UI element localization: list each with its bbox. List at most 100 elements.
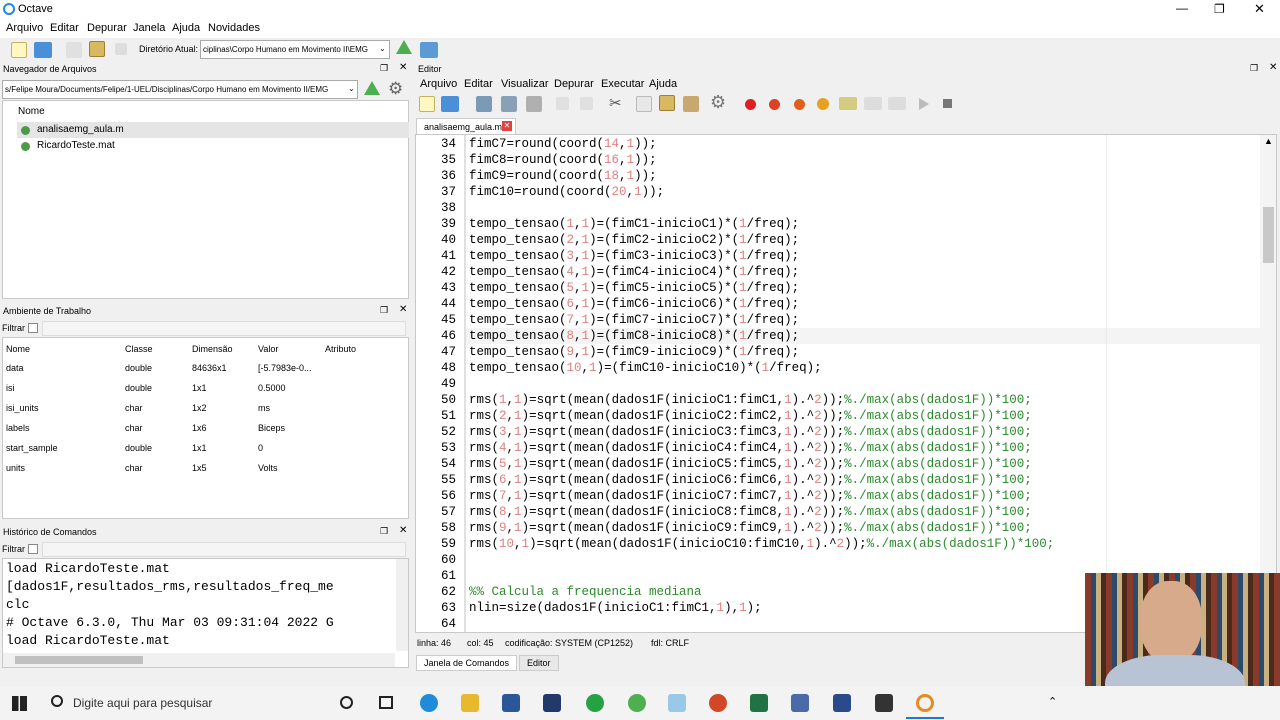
undock-icon[interactable]: ❐ xyxy=(380,305,388,316)
tab-command-window[interactable]: Janela de Comandos xyxy=(416,655,518,671)
editor-menu-editar[interactable]: Editar xyxy=(464,78,493,90)
menu-editar[interactable]: Editar xyxy=(50,22,79,34)
menu-ajuda[interactable]: Ajuda xyxy=(172,22,200,34)
chevron-down-icon[interactable]: ⌄ xyxy=(379,44,386,53)
open-folder-icon[interactable] xyxy=(34,42,52,58)
task-view-icon[interactable] xyxy=(379,696,393,709)
redo-icon[interactable] xyxy=(580,97,593,110)
octave-taskbar-icon[interactable] xyxy=(916,694,934,712)
workspace-row[interactable]: data double 84636x1 [-5.7983e-0... xyxy=(3,358,409,378)
undo-icon[interactable] xyxy=(115,43,127,55)
step-out-icon[interactable] xyxy=(888,97,906,110)
windows-start-icon[interactable] xyxy=(12,696,27,711)
history-line[interactable]: [dados1F,resultados_rms,resultados_freq_… xyxy=(6,578,396,596)
step-icon[interactable] xyxy=(839,97,857,110)
cut-icon[interactable]: ✂ xyxy=(609,94,622,112)
editor-menu-arquivo[interactable]: Arquivo xyxy=(420,78,457,90)
notes-icon[interactable] xyxy=(668,694,686,712)
paste-icon[interactable] xyxy=(659,95,675,111)
calculator-icon[interactable] xyxy=(791,694,809,712)
breakpoint-icon[interactable] xyxy=(745,99,756,110)
undock-icon[interactable]: ❐ xyxy=(380,526,388,537)
column-header[interactable]: Atributo xyxy=(325,344,356,354)
filter-checkbox[interactable] xyxy=(28,544,38,554)
editor-menu-visualizar[interactable]: Visualizar xyxy=(501,78,549,90)
filter-input[interactable] xyxy=(42,321,406,336)
history-line[interactable]: clc xyxy=(6,596,396,614)
step-in-icon[interactable] xyxy=(864,97,882,110)
taskbar-search-placeholder[interactable]: Digite aqui para pesquisar xyxy=(73,696,212,710)
word-icon[interactable] xyxy=(502,694,520,712)
history-hscrollbar[interactable] xyxy=(3,653,395,667)
prev-breakpoint-icon[interactable] xyxy=(769,99,780,110)
find-replace-icon[interactable] xyxy=(683,96,699,112)
scroll-thumb[interactable] xyxy=(1263,207,1274,263)
workspace-row[interactable]: isi_units char 1x2 ms xyxy=(3,398,409,418)
scroll-thumb[interactable] xyxy=(15,656,143,664)
editor-menu-depurar[interactable]: Depurar xyxy=(554,78,594,90)
undock-icon[interactable]: ❐ xyxy=(1250,63,1258,74)
new-file-icon[interactable] xyxy=(11,42,27,58)
powerpoint-icon[interactable] xyxy=(709,694,727,712)
browse-folder-icon[interactable] xyxy=(420,42,438,58)
filter-checkbox[interactable] xyxy=(28,323,38,333)
history-line[interactable]: # Octave 6.3.0, Thu Mar 03 09:31:04 2022… xyxy=(6,614,396,632)
parent-dir-arrow-icon[interactable] xyxy=(364,81,380,95)
close-tab-icon[interactable]: ✕ xyxy=(502,121,512,131)
print-icon[interactable] xyxy=(526,96,542,112)
clear-breakpoints-icon[interactable] xyxy=(817,98,829,110)
close-panel-icon[interactable]: ✕ xyxy=(399,525,407,536)
excel-icon[interactable] xyxy=(750,694,768,712)
workspace-row[interactable]: isi double 1x1 0.5000 xyxy=(3,378,409,398)
menu-janela[interactable]: Janela xyxy=(133,22,165,34)
column-header[interactable]: Dimensão xyxy=(192,344,233,354)
chevron-up-icon[interactable]: ⌃ xyxy=(1048,695,1057,708)
run-icon[interactable] xyxy=(919,98,929,110)
menu-novidades[interactable]: Novidades xyxy=(208,22,260,34)
scroll-up-icon[interactable]: ▲ xyxy=(1264,136,1273,146)
column-header[interactable]: Valor xyxy=(258,344,278,354)
column-header[interactable]: Nome xyxy=(6,344,30,354)
edge-icon[interactable] xyxy=(420,694,438,712)
column-header[interactable]: Classe xyxy=(125,344,153,354)
minimize-button[interactable]: — xyxy=(1176,1,1188,15)
history-line[interactable]: load RicardoTeste.mat xyxy=(6,632,396,650)
editor-menu-ajuda[interactable]: Ajuda xyxy=(649,78,677,90)
chevron-down-icon[interactable]: ⌄ xyxy=(348,84,355,93)
editor-menu-executar[interactable]: Executar xyxy=(601,78,644,90)
history-line[interactable]: load RicardoTeste.mat xyxy=(6,560,396,578)
cortana-icon[interactable] xyxy=(340,696,353,709)
settings-gear-icon[interactable]: ⚙ xyxy=(710,92,726,113)
tab-analisaemg[interactable]: analisaemg_aula.m ✕ xyxy=(416,118,516,134)
save-icon[interactable] xyxy=(476,96,492,112)
file-explorer-icon[interactable] xyxy=(461,694,479,712)
search-icon[interactable] xyxy=(51,695,63,707)
close-panel-icon[interactable]: ✕ xyxy=(399,62,407,73)
paste-icon[interactable] xyxy=(89,41,105,57)
whatsapp-icon[interactable] xyxy=(586,694,604,712)
close-panel-icon[interactable]: ✕ xyxy=(399,304,407,315)
save-as-icon[interactable] xyxy=(501,96,517,112)
stop-icon[interactable] xyxy=(943,99,952,108)
new-file-icon[interactable] xyxy=(419,96,435,112)
menu-arquivo[interactable]: Arquivo xyxy=(6,22,43,34)
code-editor[interactable]: 34 fimC7=round(coord(14,1)); 35 fimC8=round… xyxy=(415,134,1277,633)
copy-icon[interactable] xyxy=(636,96,652,112)
file-row[interactable]: analisaemg_aula.m xyxy=(17,122,409,138)
gear-icon[interactable]: ⚙ xyxy=(388,79,403,99)
menu-depurar[interactable]: Depurar xyxy=(87,22,127,34)
next-breakpoint-icon[interactable] xyxy=(794,99,805,110)
undo-icon[interactable] xyxy=(556,97,569,110)
copy-icon[interactable] xyxy=(66,42,82,58)
file-row[interactable]: RicardoTeste.mat xyxy=(17,138,409,154)
current-dir-combo[interactable]: ciplinas\Corpo Humano em Movimento II\EM… xyxy=(200,40,390,59)
chrome-icon[interactable] xyxy=(628,694,646,712)
tab-editor[interactable]: Editor xyxy=(519,655,559,671)
workspace-row[interactable]: labels char 1x6 Biceps xyxy=(3,418,409,438)
file-list-column-name[interactable]: Nome xyxy=(18,106,45,117)
close-panel-icon[interactable]: ✕ xyxy=(1269,62,1277,73)
editor-vscrollbar[interactable]: ▲ xyxy=(1260,135,1276,632)
file-path-combo[interactable]: s/Felipe Moura/Documents/Felipe/1-UEL/Di… xyxy=(2,80,358,99)
maximize-button[interactable]: ❐ xyxy=(1214,2,1225,16)
snipping-tool-icon[interactable] xyxy=(875,694,893,712)
